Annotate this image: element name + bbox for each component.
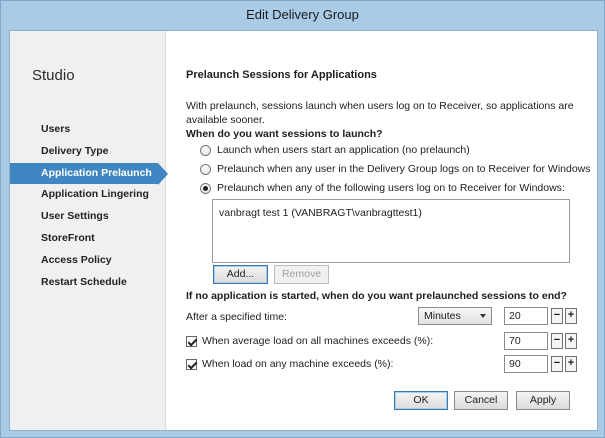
time-value-input[interactable]: 20 [504, 307, 548, 325]
radio-no-prelaunch[interactable]: Launch when users start an application (… [200, 144, 470, 156]
radio-label: Launch when users start an application (… [217, 144, 470, 156]
edit-delivery-group-window: Edit Delivery Group Studio Users Deliver… [0, 0, 605, 438]
time-unit-select[interactable]: Minutes [418, 307, 492, 325]
prelaunch-description: With prelaunch, sessions launch when use… [186, 100, 574, 126]
cancel-button[interactable]: Cancel [454, 391, 508, 410]
radio-prelaunch-specific-users[interactable]: Prelaunch when any of the following user… [200, 182, 565, 194]
any-load-input[interactable]: 90 [504, 355, 548, 373]
dialog-client-area: Studio Users Delivery Type Application P… [9, 30, 598, 431]
sidebar-item-restart-schedule[interactable]: Restart Schedule [10, 272, 166, 294]
any-load-increment-button[interactable]: + [565, 356, 577, 372]
any-load-decrement-button[interactable]: − [551, 356, 563, 372]
any-load-label: When load on any machine exceeds (%): [202, 358, 394, 370]
avg-load-decrement-button[interactable]: − [551, 333, 563, 349]
any-load-checkbox[interactable] [186, 358, 197, 370]
ok-button[interactable]: OK [394, 391, 448, 410]
radio-button[interactable] [200, 163, 211, 175]
avg-load-input[interactable]: 70 [504, 332, 548, 350]
sidebar-item-delivery-type[interactable]: Delivery Type [10, 141, 166, 163]
sidebar-heading: Studio [32, 67, 75, 84]
main-panel: Prelaunch Sessions for Applications With… [186, 31, 597, 430]
list-item[interactable]: vanbragt test 1 (VANBRAGT\vanbragttest1) [219, 207, 422, 219]
title-bar[interactable]: Edit Delivery Group [1, 1, 604, 29]
radio-label: Prelaunch when any of the following user… [217, 182, 565, 194]
window-title: Edit Delivery Group [246, 7, 359, 22]
sidebar-item-user-settings[interactable]: User Settings [10, 206, 166, 228]
sidebar-item-application-prelaunch[interactable]: Application Prelaunch [10, 162, 168, 185]
sidebar: Studio Users Delivery Type Application P… [10, 31, 168, 430]
radio-button[interactable] [200, 144, 211, 156]
sidebar-item-storefront[interactable]: StoreFront [10, 228, 166, 250]
prelaunch-users-list[interactable]: vanbragt test 1 (VANBRAGT\vanbragttest1) [212, 199, 570, 263]
radio-prelaunch-any-user[interactable]: Prelaunch when any user in the Delivery … [200, 163, 591, 175]
end-question: If no application is started, when do yo… [186, 290, 567, 302]
time-increment-button[interactable]: + [565, 308, 577, 324]
time-unit-value: Minutes [424, 310, 461, 322]
remove-user-button[interactable]: Remove [274, 265, 329, 284]
sidebar-item-access-policy[interactable]: Access Policy [10, 250, 166, 272]
sidebar-item-users[interactable]: Users [10, 119, 166, 141]
page-title: Prelaunch Sessions for Applications [186, 69, 377, 81]
avg-load-label: When average load on all machines exceed… [202, 335, 434, 347]
add-user-button[interactable]: Add... [213, 265, 268, 284]
avg-load-increment-button[interactable]: + [565, 333, 577, 349]
any-load-option[interactable]: When load on any machine exceeds (%): [186, 358, 393, 370]
launch-question: When do you want sessions to launch? [186, 128, 383, 140]
sidebar-nav: Users Delivery Type Application Prelaunc… [10, 119, 168, 294]
chevron-down-icon [480, 314, 486, 318]
after-time-label: After a specified time: [186, 311, 287, 323]
avg-load-option[interactable]: When average load on all machines exceed… [186, 335, 433, 347]
radio-button[interactable] [200, 182, 211, 194]
time-decrement-button[interactable]: − [551, 308, 563, 324]
sidebar-item-application-lingering[interactable]: Application Lingering [10, 184, 166, 206]
radio-label: Prelaunch when any user in the Delivery … [217, 163, 591, 175]
apply-button[interactable]: Apply [516, 391, 570, 410]
avg-load-checkbox[interactable] [186, 335, 197, 347]
